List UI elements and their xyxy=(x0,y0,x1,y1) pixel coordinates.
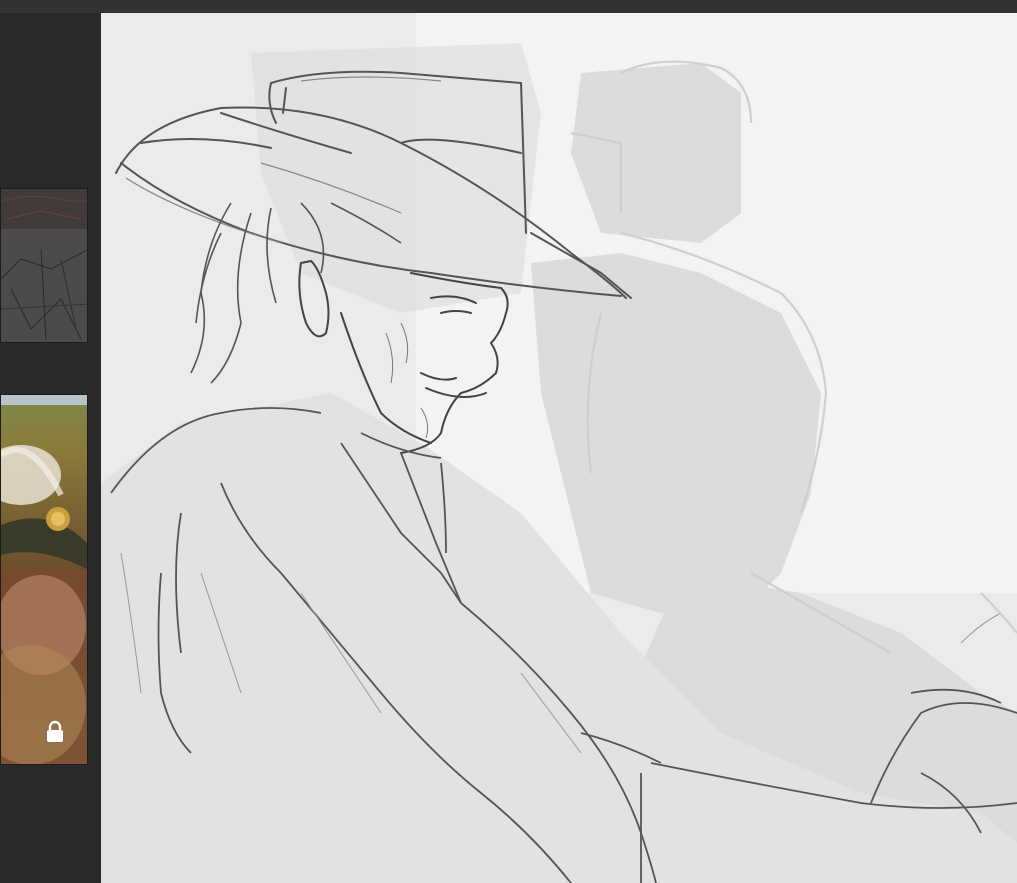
drawing-canvas[interactable] xyxy=(101,13,1017,883)
sketch-reference-image xyxy=(1,189,87,342)
drawing-app-window xyxy=(0,0,1017,883)
photo-reference-thumbnail[interactable] xyxy=(0,394,88,765)
top-toolbar xyxy=(0,0,1017,13)
sketch-artwork xyxy=(101,13,1017,883)
lock-icon[interactable] xyxy=(44,720,66,744)
photo-reference-image xyxy=(1,395,87,764)
sketch-reference-thumbnail[interactable] xyxy=(0,188,88,343)
